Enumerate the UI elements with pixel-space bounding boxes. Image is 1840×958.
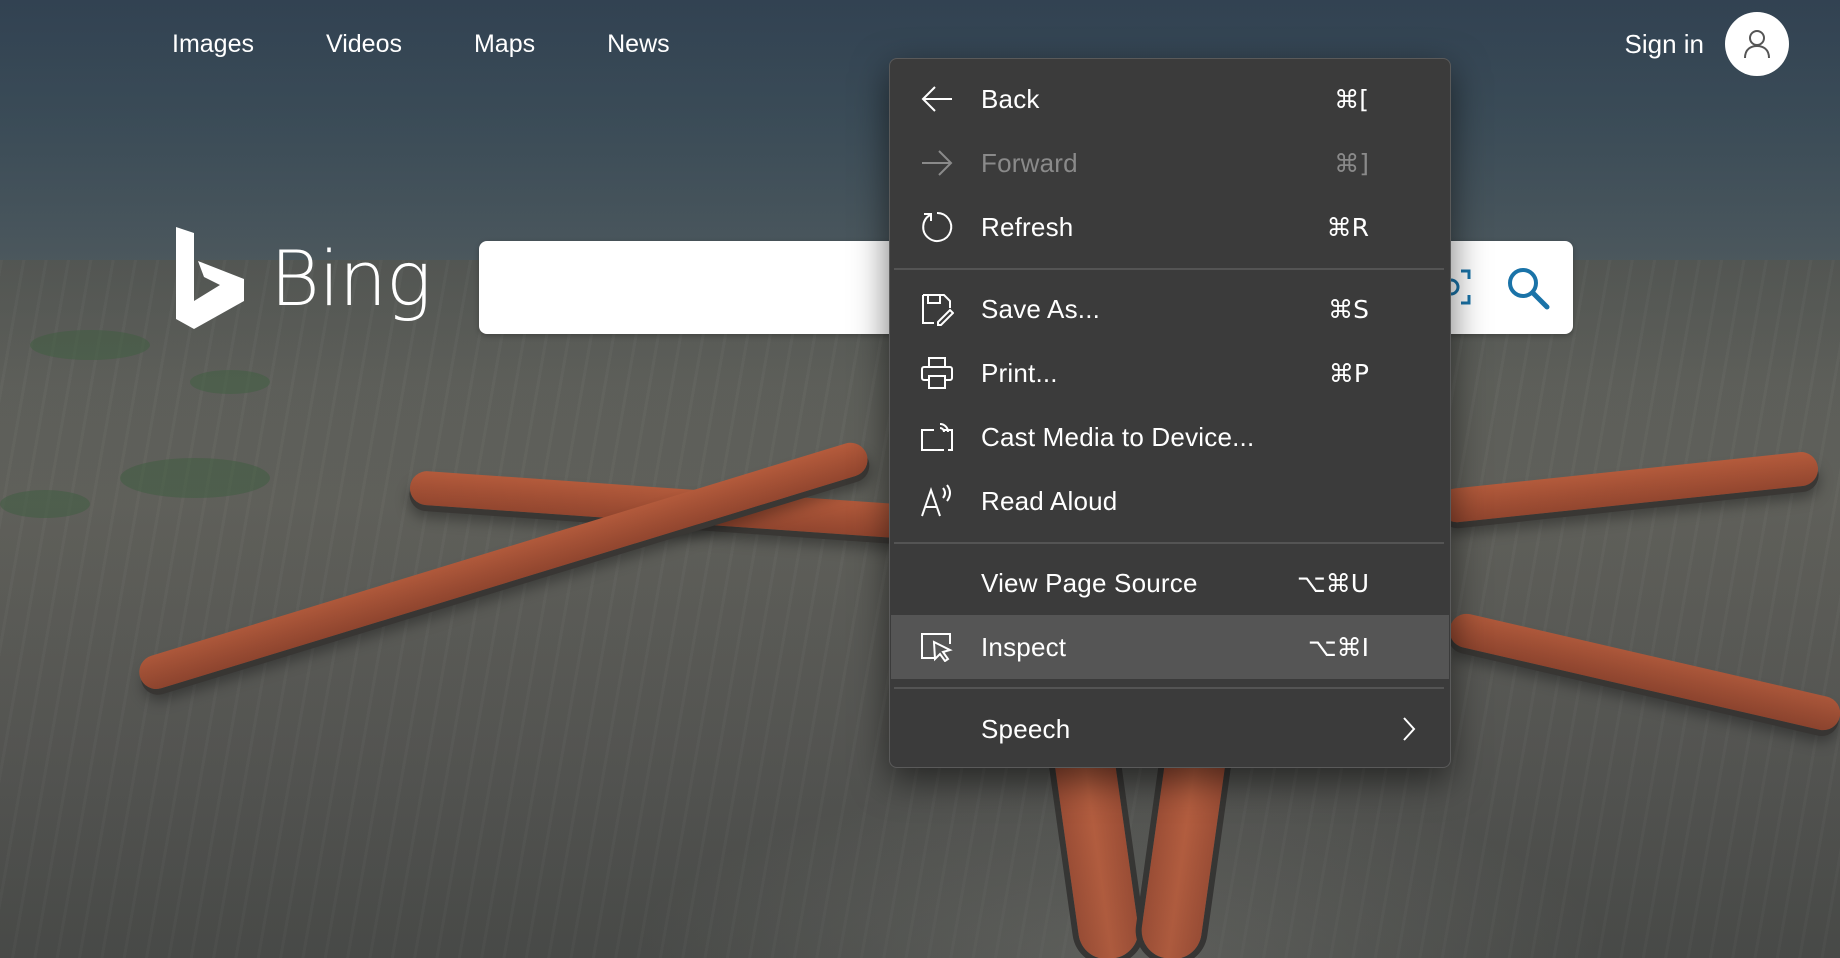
menu-item-label: Speech bbox=[981, 713, 1071, 744]
menu-item-label: Save As... bbox=[981, 293, 1101, 324]
menu-item-shortcut: ⌘] bbox=[1334, 148, 1369, 178]
menu-item-refresh[interactable]: Refresh ⌘R bbox=[891, 195, 1449, 259]
search-icon[interactable] bbox=[1503, 263, 1553, 313]
menu-item-label: Cast Media to Device... bbox=[981, 421, 1255, 452]
menu-item-shortcut: ⌘S bbox=[1328, 294, 1369, 324]
person-icon bbox=[1744, 30, 1770, 59]
menu-item-shortcut: ⌘[ bbox=[1334, 84, 1369, 114]
menu-item-label: Refresh bbox=[981, 211, 1074, 242]
menu-item-forward[interactable]: Forward ⌘] bbox=[891, 131, 1449, 195]
menu-item-back[interactable]: Back ⌘[ bbox=[891, 67, 1449, 131]
menu-item-view-page-source[interactable]: View Page Source ⌥⌘U bbox=[891, 551, 1449, 615]
refresh-icon bbox=[919, 209, 955, 245]
bing-b-icon bbox=[176, 227, 244, 329]
menu-item-inspect[interactable]: Inspect ⌥⌘I bbox=[891, 615, 1449, 679]
nav-images-link[interactable]: Images bbox=[172, 26, 254, 62]
bing-wordmark: Bing bbox=[270, 233, 432, 323]
context-menu: Back ⌘[ Forward ⌘] Refresh ⌘R Save As...… bbox=[889, 58, 1451, 768]
cast-icon bbox=[919, 419, 955, 455]
nav-maps-link[interactable]: Maps bbox=[474, 26, 535, 62]
menu-item-label: View Page Source bbox=[981, 567, 1198, 598]
menu-item-print[interactable]: Print... ⌘P bbox=[891, 341, 1449, 405]
menu-item-label: Back bbox=[981, 83, 1040, 114]
arrow-left-icon bbox=[919, 81, 955, 117]
nav-news-link[interactable]: News bbox=[607, 26, 670, 62]
read-aloud-icon bbox=[919, 483, 955, 519]
sign-in-link[interactable]: Sign in bbox=[1625, 26, 1705, 62]
menu-item-cast-media[interactable]: Cast Media to Device... bbox=[891, 405, 1449, 469]
bing-logo[interactable]: Bing bbox=[174, 227, 432, 329]
save-icon bbox=[919, 291, 955, 327]
menu-separator bbox=[894, 687, 1444, 689]
menu-separator bbox=[894, 268, 1444, 270]
avatar-button[interactable] bbox=[1725, 12, 1789, 76]
menu-item-label: Inspect bbox=[981, 631, 1067, 662]
menu-item-shortcut: ⌘P bbox=[1328, 358, 1369, 388]
menu-item-shortcut: ⌥⌘U bbox=[1296, 568, 1369, 598]
menu-item-shortcut: ⌥⌘I bbox=[1307, 632, 1369, 662]
nav-videos-link[interactable]: Videos bbox=[326, 26, 402, 62]
chevron-right-icon bbox=[1403, 717, 1416, 741]
menu-item-label: Forward bbox=[981, 147, 1078, 178]
menu-item-speech[interactable]: Speech bbox=[891, 697, 1449, 761]
menu-item-label: Read Aloud bbox=[981, 485, 1118, 516]
menu-item-read-aloud[interactable]: Read Aloud bbox=[891, 469, 1449, 533]
menu-item-save-as[interactable]: Save As... ⌘S bbox=[891, 277, 1449, 341]
printer-icon bbox=[919, 355, 955, 391]
top-nav: Images Videos Maps News bbox=[172, 26, 742, 62]
menu-item-label: Print... bbox=[981, 357, 1058, 388]
menu-separator bbox=[894, 542, 1444, 544]
arrow-right-icon bbox=[919, 145, 955, 181]
inspect-icon bbox=[919, 629, 955, 665]
menu-item-shortcut: ⌘R bbox=[1326, 212, 1369, 242]
